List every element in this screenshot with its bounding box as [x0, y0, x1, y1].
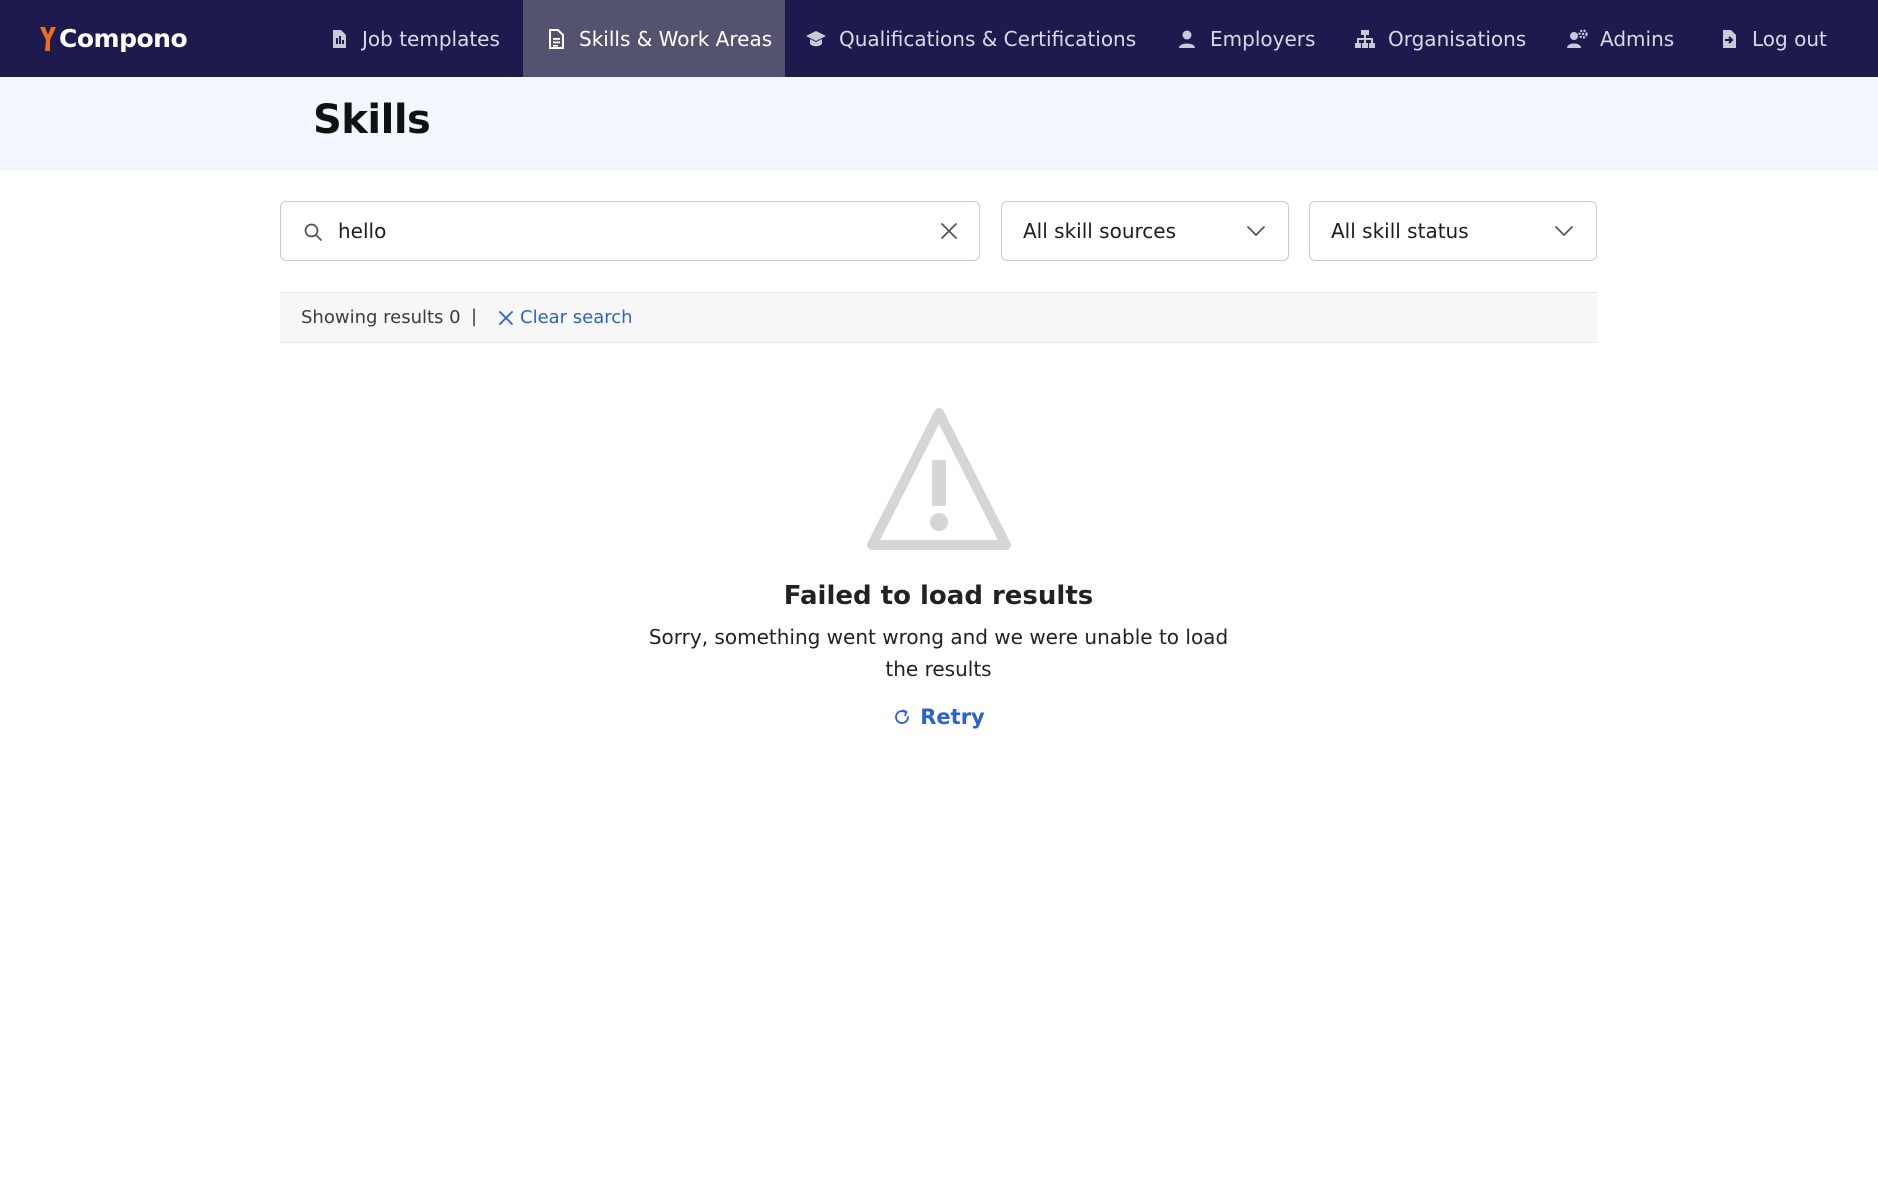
- retry-button[interactable]: Retry: [892, 705, 985, 729]
- warning-icon: [866, 408, 1011, 550]
- refresh-icon: [895, 709, 910, 724]
- error-title: Failed to load results: [783, 581, 1094, 611]
- skill-status-dropdown[interactable]: All skill status: [1309, 201, 1597, 261]
- nav-item-label: Qualifications & Certifications: [839, 26, 1137, 51]
- search-input[interactable]: [336, 202, 896, 259]
- nav-item-label: Admins: [1600, 26, 1675, 51]
- top-navigation: Compono Job templates Skills & Work Area…: [0, 0, 1878, 77]
- search-icon: [304, 223, 322, 241]
- nav-item-label: Organisations: [1388, 26, 1527, 51]
- org-chart-icon: [1354, 28, 1376, 50]
- clear-search-input-icon[interactable]: [939, 221, 959, 241]
- skill-status-selected: All skill status: [1331, 219, 1469, 243]
- page-header: Skills: [0, 77, 1878, 170]
- error-message: Sorry, something went wrong and we were …: [648, 625, 1229, 681]
- nav-item-skills-work-areas[interactable]: Skills & Work Areas: [523, 0, 785, 77]
- skill-sources-dropdown[interactable]: All skill sources: [1001, 201, 1289, 261]
- clear-search-link[interactable]: Clear search: [499, 307, 633, 328]
- results-bar: Showing results 0 | Clear search: [280, 292, 1597, 343]
- nav-item-label: Skills & Work Areas: [579, 26, 773, 51]
- nav-item-log-out[interactable]: Log out: [1718, 0, 1827, 77]
- nav-item-label: Job templates: [362, 26, 500, 51]
- search-field[interactable]: [280, 201, 980, 261]
- results-count: Showing results 0: [301, 307, 461, 328]
- nav-item-employers[interactable]: Employers: [1176, 0, 1315, 77]
- compono-logo-mark-icon: [40, 27, 56, 51]
- nav-item-label: Log out: [1752, 26, 1827, 51]
- chevron-down-icon: [1555, 226, 1573, 236]
- user-gear-icon: [1566, 28, 1588, 50]
- logout-icon: [1718, 28, 1740, 50]
- document-list-icon: [545, 28, 567, 50]
- brand-logo[interactable]: Compono: [39, 22, 188, 54]
- brand-name: Compono: [59, 23, 188, 53]
- user-icon: [1176, 28, 1198, 50]
- document-icon: [328, 28, 350, 50]
- close-icon: [499, 310, 513, 325]
- nav-item-qualifications[interactable]: Qualifications & Certifications: [805, 0, 1136, 77]
- nav-item-organisations[interactable]: Organisations: [1354, 0, 1526, 77]
- results-separator: |: [471, 306, 478, 327]
- retry-label: Retry: [920, 705, 985, 729]
- nav-item-label: Employers: [1210, 26, 1316, 51]
- nav-item-job-templates[interactable]: Job templates: [312, 0, 522, 77]
- page-title: Skills: [313, 97, 431, 143]
- graduation-cap-icon: [805, 28, 827, 50]
- clear-search-label: Clear search: [520, 307, 633, 328]
- error-state: Failed to load results Sorry, something …: [580, 405, 1297, 731]
- nav-item-admins[interactable]: Admins: [1566, 0, 1674, 77]
- chevron-down-icon: [1247, 226, 1265, 236]
- skill-sources-selected: All skill sources: [1023, 219, 1177, 243]
